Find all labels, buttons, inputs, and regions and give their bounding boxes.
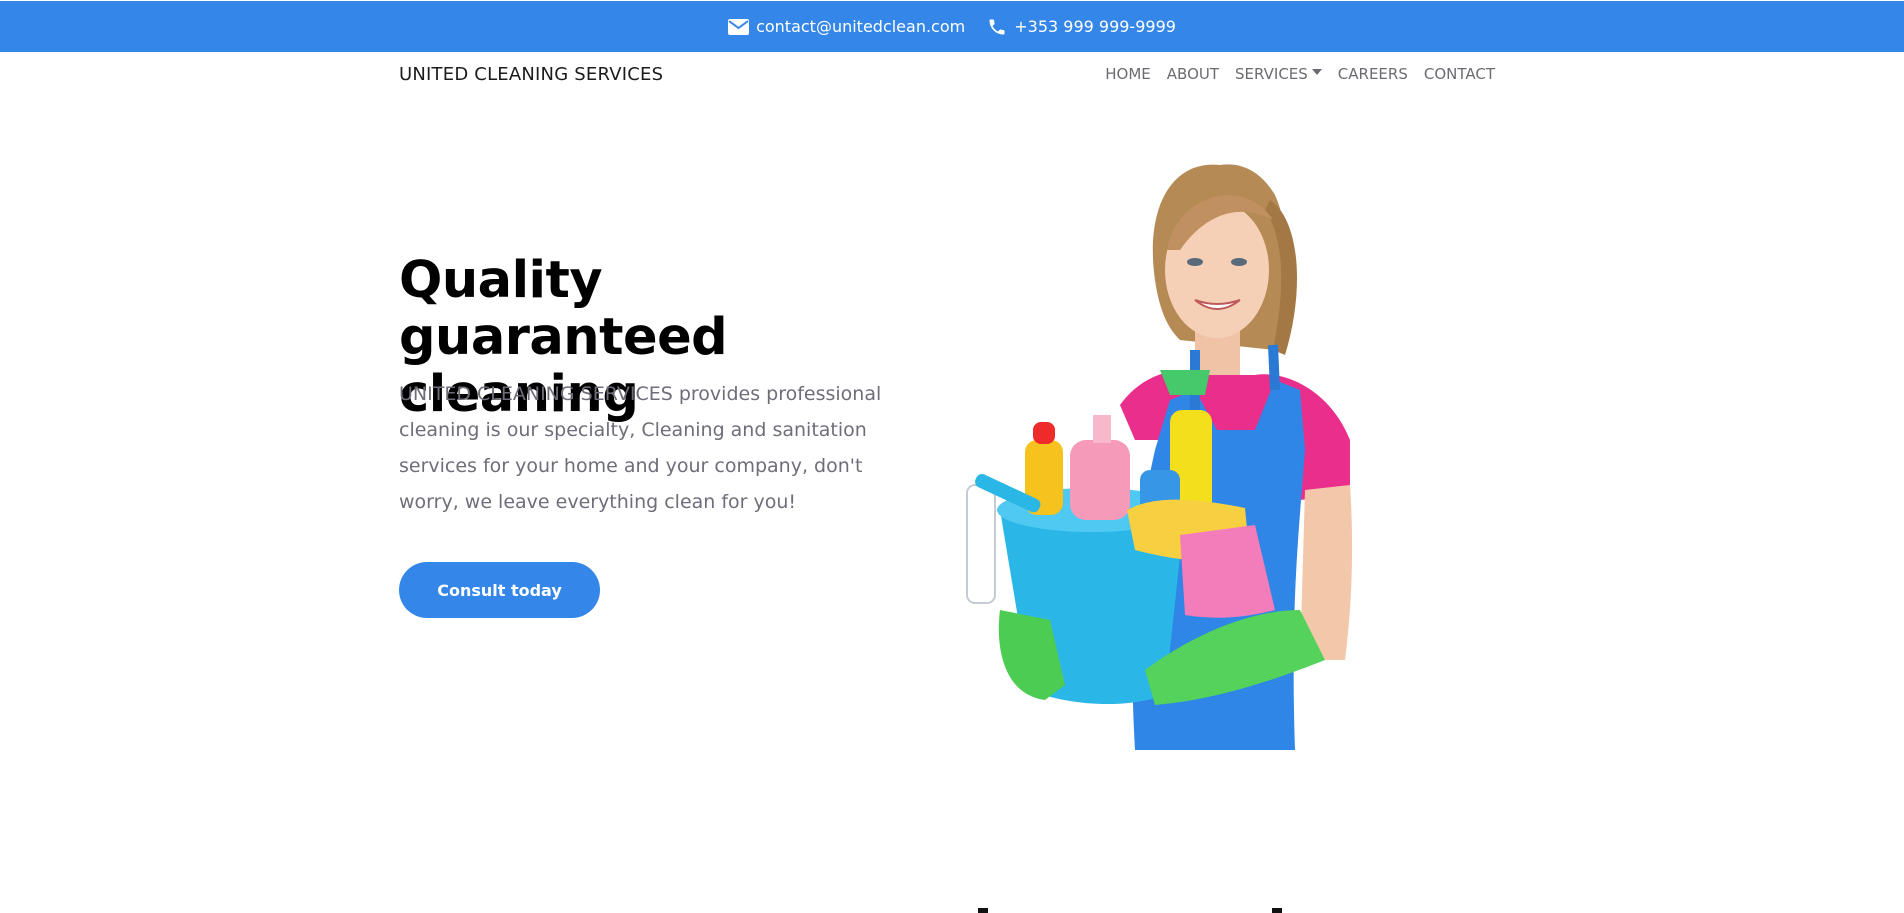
next-section-heading-fragment [978,908,1282,913]
phone-icon [989,19,1005,34]
hero-title-line1: Quality guaranteed [399,251,728,367]
brand-logo[interactable]: UNITED CLEANING SERVICES [399,64,663,85]
nav-home[interactable]: HOME [1105,65,1151,83]
nav-careers[interactable]: CAREERS [1338,65,1408,83]
phone-contact[interactable]: +353 999 999-9999 [987,17,1176,37]
consult-today-button[interactable]: Consult today [399,562,600,618]
nav-services-label: SERVICES [1235,65,1308,83]
email-text[interactable]: contact@unitedclean.com [756,17,965,36]
envelope-icon [728,18,750,35]
phone-text[interactable]: +353 999 999-9999 [1014,17,1176,36]
nav-about[interactable]: ABOUT [1167,65,1219,83]
hero-description: UNITED CLEANING SERVICES provides profes… [399,383,882,513]
nav-contact[interactable]: CONTACT [1424,65,1495,83]
email-contact[interactable]: contact@unitedclean.com [728,17,965,36]
nav-menu: HOME ABOUT SERVICES CAREERS CONTACT [1089,65,1495,83]
hero-image-cleaning-woman [966,164,1353,750]
nav-services-dropdown[interactable]: SERVICES [1235,65,1322,83]
chevron-down-icon [1311,69,1322,75]
main-navbar: UNITED CLEANING SERVICES HOME ABOUT SERV… [399,52,1495,96]
contact-topbar: contact@unitedclean.com +353 999 999-999… [0,1,1904,52]
